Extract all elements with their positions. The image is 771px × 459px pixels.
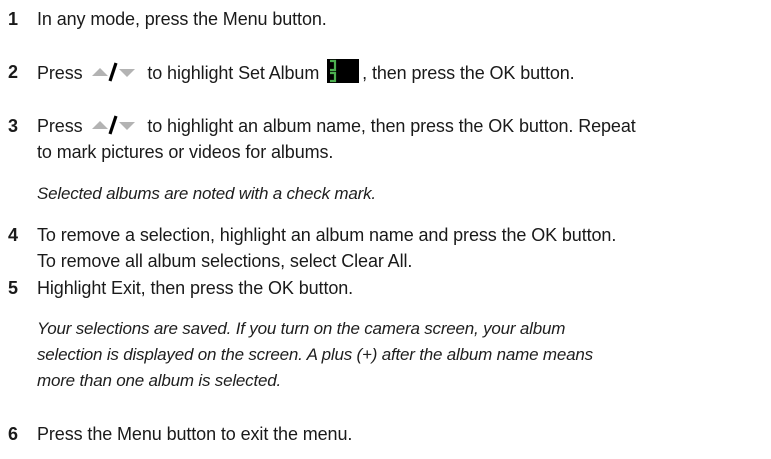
step-number: 4 xyxy=(8,225,19,245)
set-album-icon xyxy=(327,59,360,90)
step-text-continued: to mark pictures or videos for albums. xyxy=(37,142,334,162)
up-down-arrow-icon xyxy=(90,62,138,89)
step-number: 1 xyxy=(8,9,19,29)
step-text-part: Press xyxy=(37,116,83,136)
step-text: Press the Menu button to exit the menu. xyxy=(37,424,353,444)
step-note: selection is displayed on the screen. A … xyxy=(37,345,593,364)
step-number: 2 xyxy=(8,62,19,82)
step-text: In any mode, press the Menu button. xyxy=(37,9,327,29)
step-text-part: to highlight an album name, then press t… xyxy=(147,116,636,136)
step-text-part: to highlight Set Album xyxy=(147,63,320,83)
step-text: Highlight Exit, then press the OK button… xyxy=(37,278,354,298)
step-text-part: Press xyxy=(37,63,83,83)
step-note: Your selections are saved. If you turn o… xyxy=(37,319,566,338)
step-note: more than one album is selected. xyxy=(37,371,282,390)
step-text-part: , then press the OK button. xyxy=(362,63,575,83)
step-number: 6 xyxy=(8,424,19,444)
step-text: Press to highlight an album name, then p… xyxy=(37,113,636,142)
step-number: 5 xyxy=(8,278,19,298)
step-text-continued: To remove all album selections, select C… xyxy=(37,251,413,271)
step-text: To remove a selection, highlight an albu… xyxy=(37,225,617,245)
step-text: Press to highlight Set Album , then pres… xyxy=(37,59,575,90)
step-note: Selected albums are noted with a check m… xyxy=(37,184,376,203)
up-down-arrow-icon xyxy=(90,115,138,142)
step-number: 3 xyxy=(8,116,19,136)
